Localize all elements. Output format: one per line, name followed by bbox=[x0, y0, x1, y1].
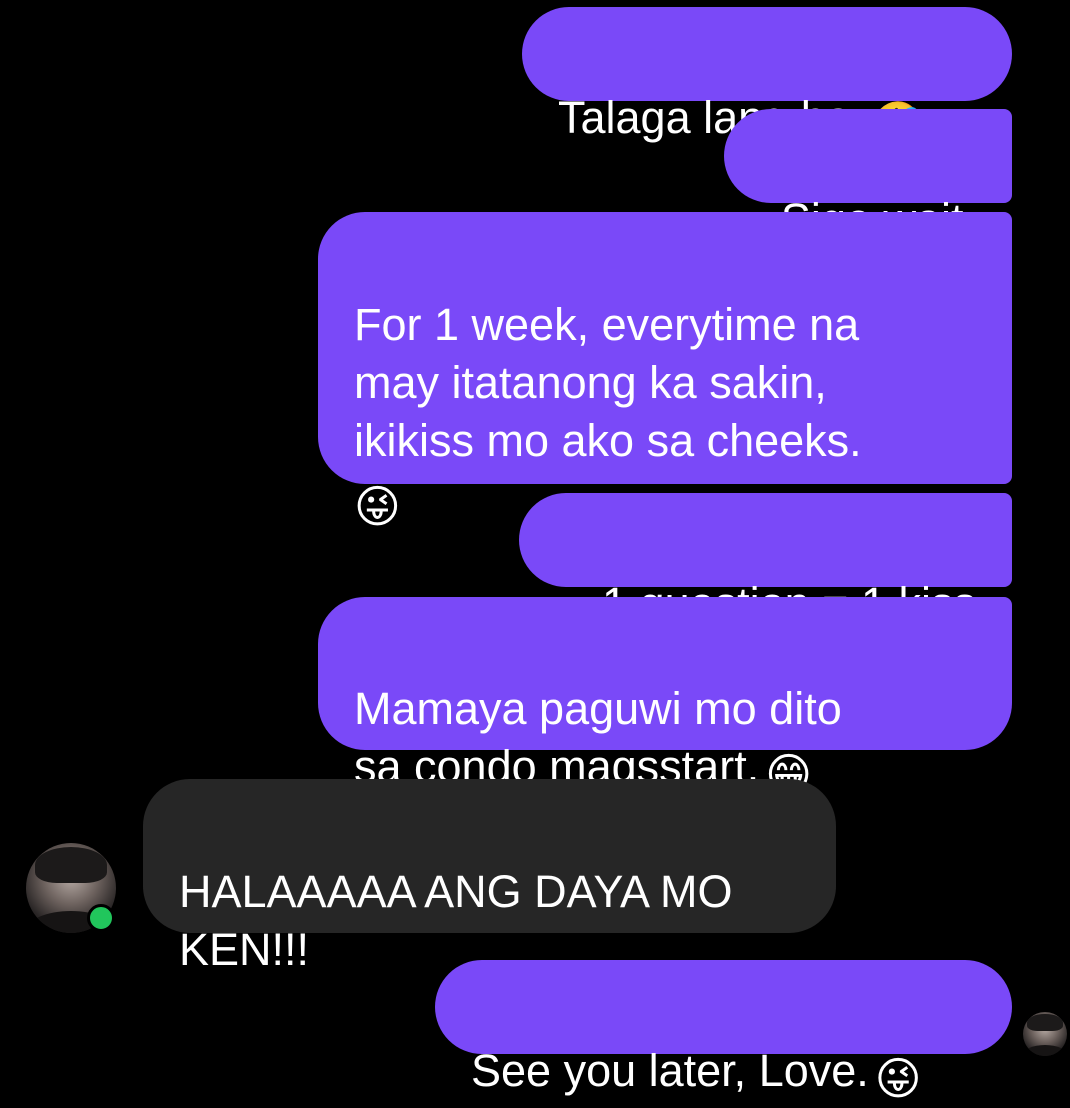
message-text: See you later, Love. bbox=[471, 1045, 869, 1096]
message-bubble-outgoing[interactable]: 1 question = 1 kiss bbox=[519, 493, 1012, 629]
avatar-hair bbox=[35, 846, 107, 883]
message-text: HALAAAAA ANG DAYA MO KEN!!! bbox=[179, 866, 733, 975]
message-text: For 1 week, everytime na may itatanong k… bbox=[354, 299, 862, 466]
message-bubble-incoming[interactable]: HALAAAAA ANG DAYA MO KEN!!! bbox=[143, 779, 836, 975]
winking-tongue-emoji-icon: 😜 bbox=[354, 480, 401, 533]
avatar-shoulders bbox=[1023, 1045, 1067, 1056]
seen-receipt-avatar bbox=[1023, 1012, 1067, 1056]
avatar-hair bbox=[1027, 1013, 1063, 1032]
message-bubble-outgoing[interactable]: Sige wait. bbox=[724, 109, 1012, 245]
online-status-icon bbox=[87, 904, 115, 932]
message-bubble-outgoing[interactable]: For 1 week, everytime na may itatanong k… bbox=[318, 212, 1012, 533]
message-bubble-outgoing[interactable]: Talaga lang ha.🤣 bbox=[522, 7, 1012, 152]
message-bubble-outgoing[interactable]: Mamaya paguwi mo dito sa condo magsstart… bbox=[318, 597, 1012, 801]
winking-tongue-emoji-icon: 😜 bbox=[874, 1052, 922, 1105]
message-bubble-outgoing[interactable]: See you later, Love. 😜 bbox=[435, 960, 1012, 1105]
